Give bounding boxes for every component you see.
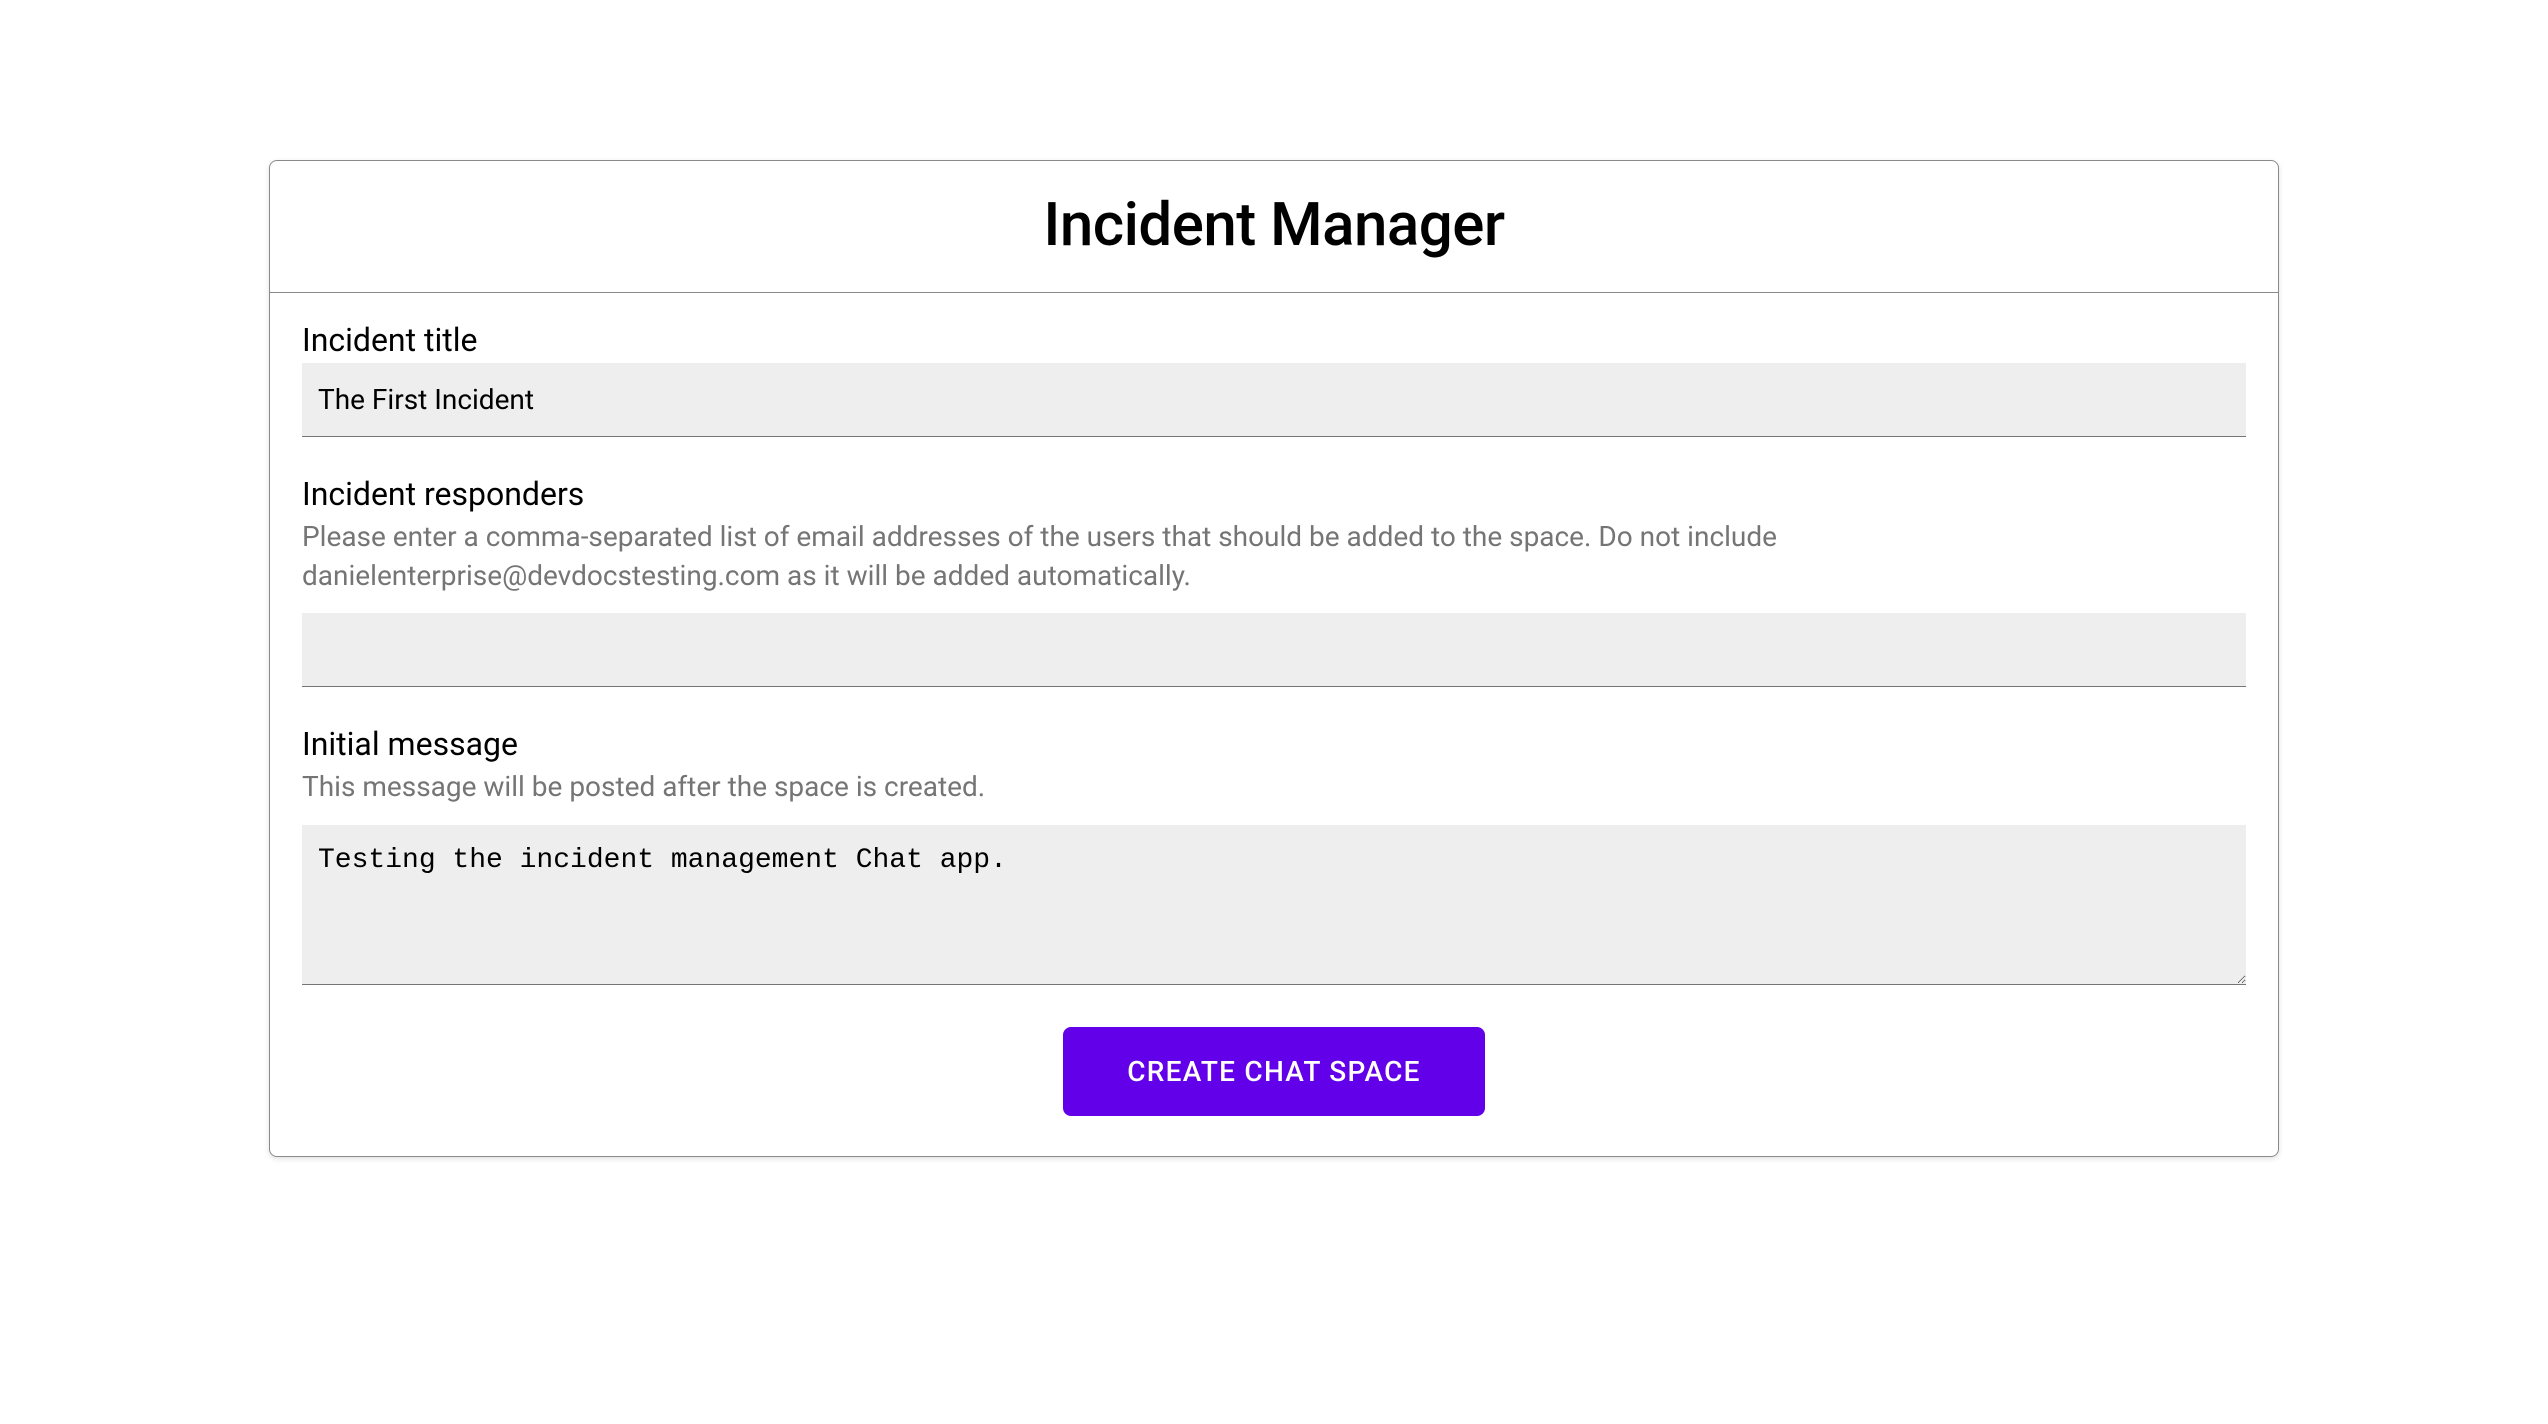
- page-title: Incident Manager: [290, 189, 2258, 260]
- incident-responders-input[interactable]: [302, 613, 2246, 687]
- incident-title-label: Incident title: [302, 321, 2246, 359]
- incident-responders-group: Incident responders Please enter a comma…: [302, 475, 2246, 687]
- initial-message-textarea[interactable]: [302, 825, 2246, 985]
- incident-title-group: Incident title: [302, 321, 2246, 437]
- initial-message-group: Initial message This message will be pos…: [302, 725, 2246, 988]
- card-body: Incident title Incident responders Pleas…: [270, 293, 2278, 1156]
- incident-manager-card: Incident Manager Incident title Incident…: [269, 160, 2279, 1157]
- initial-message-label: Initial message: [302, 725, 2246, 763]
- card-header: Incident Manager: [270, 161, 2278, 293]
- button-row: CREATE CHAT SPACE: [302, 1027, 2246, 1116]
- incident-responders-hint: Please enter a comma-separated list of e…: [302, 517, 2246, 595]
- incident-title-input[interactable]: [302, 363, 2246, 437]
- initial-message-hint: This message will be posted after the sp…: [302, 767, 2246, 806]
- incident-responders-label: Incident responders: [302, 475, 2246, 513]
- create-chat-space-button[interactable]: CREATE CHAT SPACE: [1063, 1027, 1484, 1116]
